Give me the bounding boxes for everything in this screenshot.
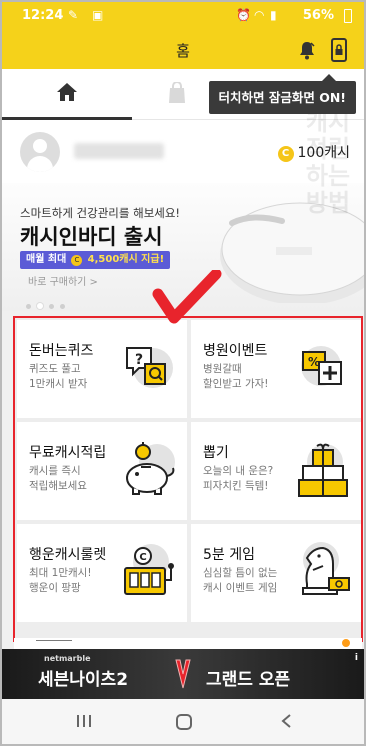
card-free-cash[interactable]: 무료캐시적립 캐시를 즉시 적립해보세요 <box>17 422 187 520</box>
card-hospital-event[interactable]: 병원이벤트 병원갈때 할인받고 가자! % <box>191 320 361 418</box>
pill-amount: 4,500캐시 지급! <box>87 254 165 265</box>
shopping-bag-icon <box>169 82 185 103</box>
page-dot <box>49 304 54 309</box>
home-icon <box>57 83 77 101</box>
gift-boxes-icon <box>298 443 348 497</box>
page-dot-active <box>37 303 43 309</box>
recent-apps-icon[interactable] <box>76 713 92 729</box>
ad-brand: netmarble <box>44 654 91 663</box>
image-notification-icon: ▣ <box>92 8 104 22</box>
card-title: 돈버는퀴즈 <box>29 343 94 359</box>
profile-row[interactable]: C 100캐시 <box>2 120 364 183</box>
lock-screen-icon[interactable] <box>330 38 348 62</box>
tab-home[interactable] <box>2 69 132 120</box>
coin-icon: C <box>277 146 294 162</box>
card-title: 뽑기 <box>203 445 229 461</box>
card-lucky-draw[interactable]: 뽑기 오늘의 내 운은? 피자치킨 득템! <box>191 422 361 520</box>
system-navigation-bar <box>2 699 364 744</box>
ad-banner[interactable]: netmarble 세븐나이츠2 그랜드 오픈 i <box>2 649 364 699</box>
banner-reward-pill: 매월 최대 C 4,500캐시 지급! <box>20 251 171 269</box>
banner-subtitle: 스마트하게 건강관리를 해보세요! <box>20 206 181 220</box>
cash-balance[interactable]: C 100캐시 <box>277 142 350 162</box>
chess-knight-icon <box>302 542 350 595</box>
banner-title: 캐시인바디 출시 <box>20 225 163 249</box>
card-five-minute-game[interactable]: 5분 게임 심심할 틈이 없는 캐시 이벤트 게임 <box>191 524 361 622</box>
home-button-icon[interactable] <box>175 713 193 731</box>
quiz-icon: ? <box>126 347 173 388</box>
red-checkmark-annotation <box>152 270 222 324</box>
hospital-coupon-icon: % <box>301 346 342 386</box>
back-icon[interactable] <box>279 713 293 729</box>
status-bar: 12:24 ✎ ▣ ⏰ ◠ ▮ 56% <box>2 2 364 32</box>
signal-icon: ▮ <box>270 8 277 22</box>
small-coin-icon: C <box>71 255 83 266</box>
lock-screen-tooltip[interactable]: 터치하면 잠금화면 ON! <box>208 74 356 114</box>
tab-shop[interactable] <box>137 69 217 120</box>
card-description: 오늘의 내 운은? 피자치킨 득템! <box>203 465 274 492</box>
phone-screen: 12:24 ✎ ▣ ⏰ ◠ ▮ 56% 홈 터치하면 잠금화면 ON! C 10… <box>0 0 366 746</box>
card-title: 행운캐시룰렛 <box>29 547 107 563</box>
page-dot <box>26 304 31 309</box>
cash-amount: 100캐시 <box>297 145 350 161</box>
wifi-icon: ◠ <box>254 8 265 22</box>
slot-machine-icon: C <box>124 544 174 595</box>
battery-icon <box>344 9 352 23</box>
piggy-bank-icon <box>126 442 175 495</box>
notification-dot <box>342 639 350 647</box>
card-title: 무료캐시적립 <box>29 445 107 461</box>
alarm-icon: ⏰ <box>236 8 251 22</box>
ad-promo-text: 그랜드 오픈 <box>206 670 291 690</box>
avatar-head <box>33 139 47 153</box>
banner-page-indicator <box>26 294 71 311</box>
card-description: 병원갈때 할인받고 가자! <box>203 363 269 390</box>
card-title: 5분 게임 <box>203 547 255 563</box>
pill-tag: 매월 최대 <box>26 254 67 265</box>
edit-notification-icon: ✎ <box>68 8 79 22</box>
menu-grid-highlighted: 돈버는퀴즈 퀴즈도 풀고 1만캐시 받자 ? 병원이벤트 병원갈때 할인받고 가… <box>13 316 363 642</box>
card-money-quiz[interactable]: 돈버는퀴즈 퀴즈도 풀고 1만캐시 받자 ? <box>17 320 187 418</box>
avatar-body <box>27 156 53 172</box>
battery-percent: 56% <box>302 8 334 23</box>
game-emblem-icon <box>175 659 191 689</box>
avatar[interactable] <box>20 132 60 172</box>
page-dot <box>60 304 65 309</box>
card-lucky-roulette[interactable]: 행운캐시룰렛 최대 1만캐시! 행운이 팡팡 C <box>17 524 187 622</box>
card-description: 퀴즈도 풀고 1만캐시 받자 <box>29 363 88 390</box>
card-description: 심심할 틈이 없는 캐시 이벤트 게임 <box>203 567 278 594</box>
app-bar: 홈 <box>2 32 364 69</box>
bell-icon[interactable] <box>298 40 316 60</box>
svg-text:?: ? <box>135 352 143 368</box>
card-description: 최대 1만캐시! 행운이 팡팡 <box>29 567 92 594</box>
status-time: 12:24 <box>22 8 64 23</box>
svg-text:C: C <box>139 552 146 563</box>
card-description: 캐시를 즉시 적립해보세요 <box>29 465 87 492</box>
username-blurred <box>74 143 164 159</box>
card-title: 병원이벤트 <box>203 343 268 359</box>
ad-info-icon[interactable]: i <box>355 653 358 663</box>
partial-card-text <box>36 640 72 649</box>
next-row-partial <box>14 638 362 649</box>
buy-now-link[interactable]: 바로 구매하기 > <box>28 273 98 288</box>
ad-game-title: 세븐나이츠2 <box>38 670 129 690</box>
